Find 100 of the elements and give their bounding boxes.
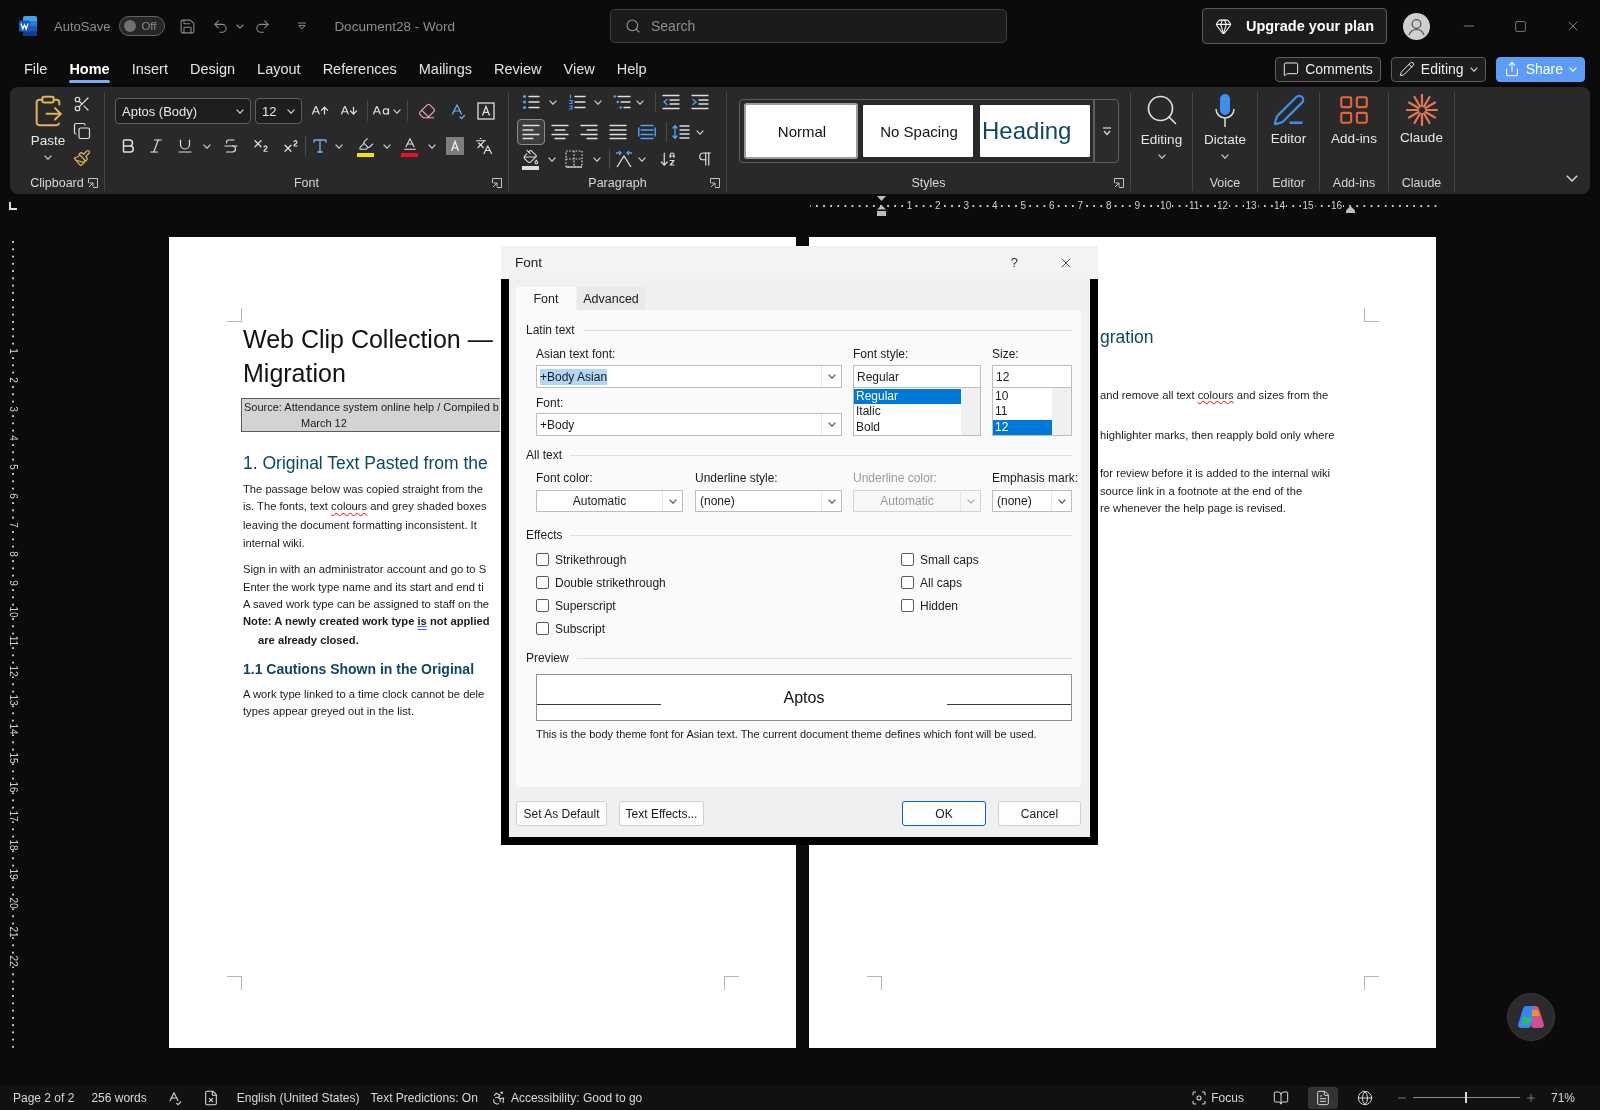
increase-indent-icon[interactable] bbox=[691, 94, 709, 110]
focus-button[interactable]: Focus bbox=[1191, 1089, 1244, 1106]
style-tile[interactable]: No Spacing bbox=[863, 105, 973, 157]
tab-stop-icon[interactable] bbox=[9, 202, 17, 210]
size-list[interactable]: 10 11 12 bbox=[992, 388, 1072, 436]
checkbox-label[interactable]: Small caps bbox=[920, 552, 979, 567]
font-combo-box[interactable]: +Body bbox=[536, 413, 842, 436]
dialog-tab[interactable]: Advanced bbox=[577, 287, 645, 310]
dialog-button[interactable]: Set As Default bbox=[516, 801, 607, 826]
language-status[interactable]: English (United States) bbox=[236, 1090, 360, 1105]
menu-tab[interactable]: Design bbox=[178, 54, 247, 84]
checkbox-label[interactable]: Double strikethrough bbox=[555, 575, 666, 590]
dropdown[interactable]: Automatic bbox=[536, 490, 683, 512]
checkbox[interactable] bbox=[901, 553, 914, 566]
caret-icon[interactable] bbox=[827, 422, 836, 427]
indent-marker-icon[interactable] bbox=[877, 196, 886, 216]
menu-tab[interactable]: Help bbox=[605, 54, 658, 84]
slider-thumb[interactable] bbox=[1465, 1092, 1468, 1103]
caret-icon[interactable] bbox=[236, 23, 245, 29]
caret-icon[interactable] bbox=[827, 374, 836, 379]
scissors-icon[interactable] bbox=[73, 95, 91, 113]
dialog-button[interactable]: Cancel bbox=[998, 801, 1081, 826]
checkbox[interactable] bbox=[536, 576, 549, 589]
save-icon[interactable] bbox=[179, 17, 197, 35]
command-button[interactable]: Add-ins bbox=[1331, 93, 1377, 147]
borders-icon[interactable] bbox=[565, 150, 583, 168]
caret-icon[interactable] bbox=[1057, 498, 1066, 504]
eraser-icon[interactable] bbox=[418, 102, 436, 120]
font-name-dropdown[interactable]: Aptos (Body) bbox=[115, 98, 251, 124]
menu-tab[interactable]: Review bbox=[482, 54, 553, 84]
help-button[interactable]: ? bbox=[1008, 255, 1020, 270]
list-option[interactable]: Bold bbox=[854, 419, 961, 435]
letter-t-icon[interactable] bbox=[311, 137, 329, 155]
command-button[interactable]: Claude bbox=[1400, 94, 1443, 146]
redo-icon[interactable] bbox=[254, 17, 272, 35]
caret-icon[interactable] bbox=[668, 498, 677, 504]
line-spacing-icon[interactable] bbox=[672, 124, 690, 140]
zoom-level[interactable]: 71% bbox=[1550, 1090, 1575, 1105]
text-field[interactable]: 12 bbox=[992, 365, 1072, 388]
dialog-launcher-icon[interactable] bbox=[88, 178, 98, 188]
bullets-icon[interactable] bbox=[522, 94, 540, 110]
menu-tab[interactable]: File bbox=[13, 54, 59, 84]
checkbox[interactable] bbox=[536, 553, 549, 566]
list-option[interactable]: 10 bbox=[993, 389, 1052, 405]
text-predictions-status[interactable]: Text Predictions: On bbox=[370, 1090, 478, 1105]
scrollbar-track[interactable] bbox=[1052, 388, 1071, 435]
text-field[interactable]: Regular bbox=[853, 365, 981, 388]
sort-icon[interactable] bbox=[659, 150, 677, 168]
subscript-icon[interactable] bbox=[252, 137, 270, 155]
menu-tab[interactable]: Layout bbox=[246, 54, 312, 84]
menu-tab[interactable]: View bbox=[552, 54, 606, 84]
numbering-icon[interactable] bbox=[568, 94, 586, 110]
dialog-button[interactable]: OK bbox=[902, 801, 986, 826]
style-tile[interactable]: Heading bbox=[980, 105, 1090, 157]
dropdown[interactable]: (none) bbox=[695, 490, 842, 512]
list-option[interactable]: Italic bbox=[854, 404, 961, 420]
command-button[interactable]: Editor bbox=[1270, 93, 1307, 147]
document-x-icon[interactable] bbox=[202, 1089, 219, 1106]
checkbox-label[interactable]: Hidden bbox=[920, 598, 959, 613]
scrollbar-track[interactable] bbox=[961, 388, 980, 435]
checkbox-label[interactable]: Strikethrough bbox=[555, 552, 627, 567]
menu-tab[interactable]: Mailings bbox=[407, 54, 483, 84]
font-combo-box[interactable]: +Body Asian bbox=[536, 365, 842, 388]
dialog-button[interactable]: Text Effects... bbox=[619, 801, 704, 826]
dialog-launcher-icon[interactable] bbox=[492, 178, 502, 188]
autosave-toggle[interactable]: Off bbox=[119, 16, 166, 36]
accessibility-icon[interactable] bbox=[490, 1089, 507, 1106]
view-button[interactable] bbox=[1307, 1086, 1338, 1109]
underline-icon[interactable] bbox=[176, 137, 194, 155]
checkbox-label[interactable]: Subscript bbox=[555, 621, 606, 636]
font-color-icon[interactable] bbox=[401, 135, 418, 157]
menu-tab[interactable]: References bbox=[311, 54, 408, 84]
alignment-button[interactable] bbox=[517, 119, 545, 145]
zoom-in-icon[interactable] bbox=[1524, 1091, 1537, 1104]
editing-mode-button[interactable]: Editing bbox=[1390, 56, 1486, 82]
maximize-icon[interactable] bbox=[1514, 19, 1527, 33]
upgrade-button[interactable]: Upgrade your plan bbox=[1202, 8, 1387, 44]
checkbox-label[interactable]: Superscript bbox=[555, 598, 616, 613]
style-tile[interactable]: Normal bbox=[746, 105, 856, 157]
dialog-tab[interactable]: Font bbox=[516, 287, 576, 310]
checkbox[interactable] bbox=[536, 599, 549, 612]
font-style-list[interactable]: Regular Italic Bold bbox=[853, 388, 981, 436]
copy-icon[interactable] bbox=[73, 122, 91, 140]
multilevel-list-icon[interactable] bbox=[613, 94, 631, 110]
search-field[interactable]: Search bbox=[610, 9, 1007, 43]
dialog-launcher-icon[interactable] bbox=[1114, 178, 1124, 188]
shaded-letter-icon[interactable] bbox=[446, 137, 464, 155]
paint-bucket-icon[interactable] bbox=[522, 148, 539, 170]
menu-tab[interactable]: Insert bbox=[120, 54, 179, 84]
right-indent-marker-icon[interactable] bbox=[1346, 206, 1355, 213]
framed-letter-icon[interactable] bbox=[477, 102, 495, 120]
highlighter-icon[interactable] bbox=[357, 135, 374, 157]
decrease-indent-icon[interactable] bbox=[662, 94, 680, 110]
page-count[interactable]: Page 2 of 2 bbox=[13, 1090, 75, 1105]
command-button[interactable]: Dictate bbox=[1204, 93, 1246, 159]
paste-button[interactable]: Paste bbox=[26, 92, 70, 160]
caret-icon[interactable] bbox=[827, 498, 836, 504]
inward-arrows-icon[interactable] bbox=[615, 150, 633, 168]
assistant-button[interactable] bbox=[1507, 993, 1555, 1041]
dialog-launcher-icon[interactable] bbox=[710, 178, 720, 188]
